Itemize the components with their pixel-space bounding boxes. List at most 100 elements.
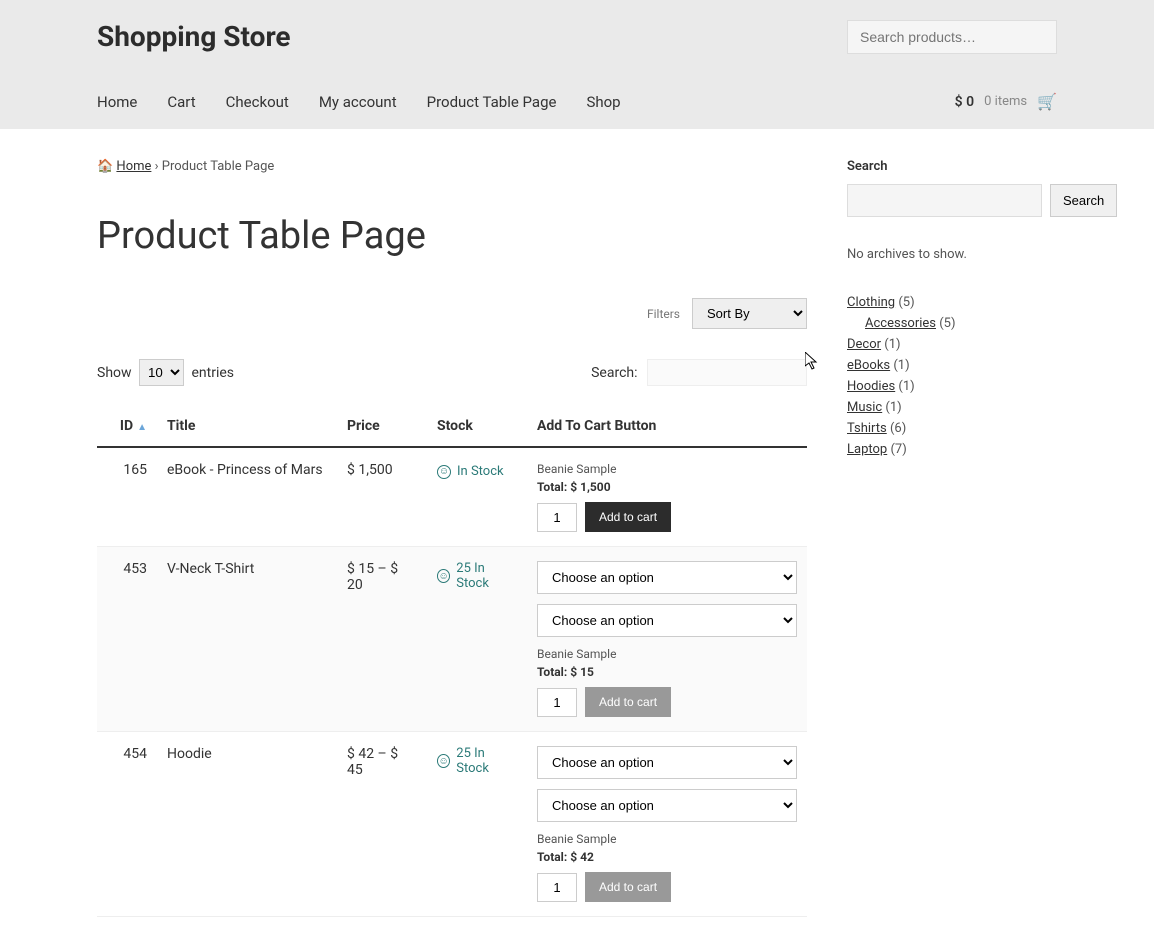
breadcrumb-current: Product Table Page [162,159,275,174]
category-count: (5) [936,316,956,331]
category-link[interactable]: eBooks [847,358,890,373]
col-add[interactable]: Add To Cart Button [527,406,807,447]
col-title[interactable]: Title [157,406,337,447]
cell-price: $ 15 – $ 20 [337,547,427,732]
cell-add-to-cart: Choose an option Choose an option Beanie S… [527,547,807,732]
category-list: Clothing (5)Accessories (5)Decor (1)eBoo… [847,292,1057,460]
col-id[interactable]: ID▲ [97,406,157,447]
category-item: Accessories (5) [847,313,1057,334]
show-entries: Show 10 entries [97,359,234,386]
nav-link-checkout[interactable]: Checkout [226,93,289,111]
cell-add-to-cart: Beanie Sample Total: $ 1,500 Add to cart [527,447,807,547]
category-link[interactable]: Clothing [847,295,895,310]
cell-add-to-cart: Choose an option Choose an option Beanie S… [527,732,807,917]
nav-link-shop[interactable]: Shop [586,93,620,111]
nav-link-home[interactable]: Home [97,93,137,111]
no-archives-text: No archives to show. [847,247,1057,262]
chevron-right-icon: › [155,159,162,174]
total-label: Total: $ 15 [537,665,797,679]
products-table: ID▲ Title Price Stock Add To Cart Button… [97,406,807,917]
cart-items-count: 0 items [984,94,1027,109]
nav-link-cart[interactable]: Cart [167,93,195,111]
breadcrumb: 🏠 Home › Product Table Page [97,159,807,174]
breadcrumb-home[interactable]: Home [116,159,151,174]
category-count: (1) [881,337,901,352]
category-link[interactable]: Hoodies [847,379,895,394]
sample-label: Beanie Sample [537,832,797,846]
variation-select[interactable]: Choose an option [537,789,797,822]
cell-title: eBook - Princess of Mars [157,447,337,547]
cell-id: 453 [97,547,157,732]
sort-by-select[interactable]: Sort By [692,298,807,329]
cell-stock: ☺ 25 In Stock [427,547,527,732]
cell-id: 454 [97,732,157,917]
cart-icon: 🛒 [1037,92,1057,111]
cell-stock: ☺ In Stock [427,447,527,547]
variation-select[interactable]: Choose an option [537,561,797,594]
add-to-cart-button[interactable]: Add to cart [585,687,671,717]
add-to-cart-button[interactable]: Add to cart [585,872,671,902]
nav-link-my-account[interactable]: My account [319,93,397,111]
sidebar-search-label: Search [847,159,1057,174]
category-item: Laptop (7) [847,439,1057,460]
category-count: (6) [887,421,907,436]
table-row: 453V-Neck T-Shirt$ 15 – $ 20 ☺ 25 In Stock… [97,547,807,732]
nav-link-product-table-page[interactable]: Product Table Page [427,93,557,111]
table-row: 454Hoodie$ 42 – $ 45 ☺ 25 In Stock Choose a… [97,732,807,917]
category-item: eBooks (1) [847,355,1057,376]
category-link[interactable]: Laptop [847,442,887,457]
quantity-input[interactable] [537,688,577,717]
category-link[interactable]: Decor [847,337,881,352]
col-stock[interactable]: Stock [427,406,527,447]
category-count: (1) [895,379,915,394]
cart-summary[interactable]: $ 0 0 items 🛒 [955,92,1057,111]
smile-icon: ☺ [437,465,451,479]
smile-icon: ☺ [437,569,450,583]
table-row: 165eBook - Princess of Mars$ 1,500 ☺ In St… [97,447,807,547]
cell-title: V-Neck T-Shirt [157,547,337,732]
total-label: Total: $ 42 [537,850,797,864]
category-item: Clothing (5) [847,292,1057,313]
stock-text: In Stock [457,464,504,479]
table-search-input[interactable] [647,359,807,386]
filters-label: Filters [647,307,680,321]
entries-select[interactable]: 10 [139,359,184,386]
category-link[interactable]: Accessories [865,316,936,331]
page-title: Product Table Page [97,214,807,258]
category-link[interactable]: Tshirts [847,421,887,436]
category-item: Tshirts (6) [847,418,1057,439]
cell-title: Hoodie [157,732,337,917]
home-icon: 🏠 [97,159,113,174]
add-to-cart-button[interactable]: Add to cart [585,502,671,532]
smile-icon: ☺ [437,754,450,768]
table-search-label: Search: [591,365,637,381]
quantity-input[interactable] [537,873,577,902]
category-link[interactable]: Music [847,400,882,415]
sample-label: Beanie Sample [537,462,797,476]
variation-select[interactable]: Choose an option [537,604,797,637]
total-label: Total: $ 1,500 [537,480,797,494]
category-count: (7) [887,442,907,457]
sample-label: Beanie Sample [537,647,797,661]
main-nav: Home Cart Checkout My account Product Table … [97,92,621,111]
cell-stock: ☺ 25 In Stock [427,732,527,917]
category-count: (1) [882,400,902,415]
category-count: (5) [895,295,915,310]
cell-id: 165 [97,447,157,547]
stock-text: 25 In Stock [456,746,517,776]
col-price[interactable]: Price [337,406,427,447]
sidebar-search-button[interactable]: Search [1050,184,1117,217]
variation-select[interactable]: Choose an option [537,746,797,779]
product-search-input[interactable] [847,20,1057,54]
quantity-input[interactable] [537,503,577,532]
cell-price: $ 42 – $ 45 [337,732,427,917]
stock-text: 25 In Stock [456,561,517,591]
cell-price: $ 1,500 [337,447,427,547]
category-count: (1) [890,358,910,373]
sidebar-search-input[interactable] [847,184,1042,217]
category-item: Decor (1) [847,334,1057,355]
category-item: Music (1) [847,397,1057,418]
cart-amount: $ 0 [955,94,974,110]
site-title: Shopping Store [97,20,291,53]
category-item: Hoodies (1) [847,376,1057,397]
